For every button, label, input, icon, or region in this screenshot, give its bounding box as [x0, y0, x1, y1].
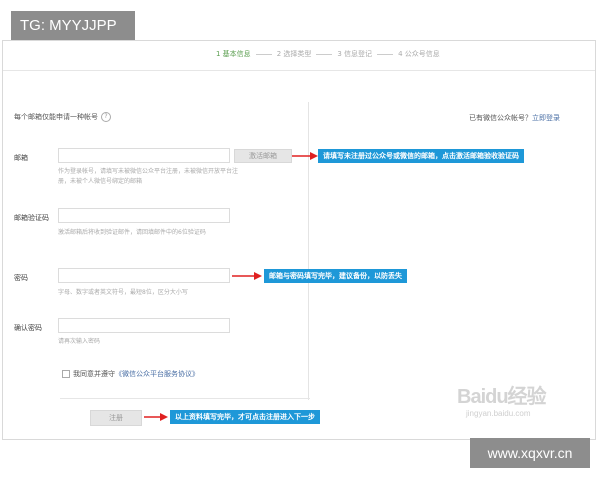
email-code-label: 邮箱验证码	[14, 214, 49, 222]
step-basic-info: 1 基本信息	[216, 50, 251, 58]
step-separator	[377, 53, 394, 55]
email-callout: 请填写未注册过公众号或微信的邮箱，点击激活邮箱验收验证码	[318, 149, 524, 163]
password-input[interactable]	[58, 268, 230, 283]
header-divider	[3, 70, 595, 71]
baidu-watermark-logo: Baidu经验	[457, 386, 547, 408]
email-hint: 作为登录帐号，请填写未被微信公众平台注册，未被微信开放平台注册，未被个人微信号绑…	[58, 168, 239, 185]
column-divider	[308, 102, 309, 400]
form-note-text: 每个邮箱仅能申请一种帐号	[14, 113, 98, 121]
arrow-icon	[292, 152, 318, 160]
tg-label-badge: TG: MYYJJPP	[11, 11, 135, 40]
form-note: 每个邮箱仅能申请一种帐号 ?	[14, 112, 111, 122]
site-url-badge: www.xqxvr.cn	[470, 438, 590, 468]
step-info-registration: 3 信息登记	[337, 50, 373, 58]
confirm-password-input[interactable]	[58, 318, 230, 333]
password-callout: 邮箱与密码填写完毕，建议备份，以防丢失	[264, 269, 407, 283]
email-code-input[interactable]	[58, 208, 230, 223]
password-hint: 字母、数字或者英文符号，最短8位，区分大小写	[58, 289, 188, 296]
register-button[interactable]: 注册	[90, 410, 142, 426]
arrow-icon	[232, 272, 262, 280]
step-account-info: 4 公众号信息	[398, 50, 440, 58]
step-separator	[255, 53, 272, 55]
agreement-row: 我同意并遵守 《微信公众平台服务协议》	[62, 369, 199, 379]
agree-checkbox[interactable]	[62, 370, 70, 378]
confirm-password-label: 确认密码	[14, 324, 42, 332]
email-input[interactable]	[58, 148, 230, 163]
agree-text: 我同意并遵守	[73, 370, 115, 378]
baidu-watermark-url: jingyan.baidu.com	[466, 409, 531, 418]
login-link[interactable]: 立即登录	[532, 114, 560, 122]
arrow-icon	[144, 413, 168, 421]
agreement-link[interactable]: 《微信公众平台服务协议》	[115, 369, 199, 379]
email-label: 邮箱	[14, 154, 28, 162]
step-choose-type: 2 选择类型	[276, 50, 312, 58]
login-hint: 已有微信公众帐号？立即登录	[469, 113, 560, 123]
step-separator	[316, 53, 333, 55]
help-icon[interactable]: ?	[101, 112, 111, 122]
footer-divider	[60, 398, 310, 399]
register-callout: 以上资料填写完毕，才可点击注册进入下一步	[170, 410, 320, 424]
login-hint-text: 已有微信公众帐号？	[469, 114, 532, 122]
email-code-hint: 激活邮箱后将收到验证邮件，请回填邮件中的6位验证码	[58, 229, 206, 236]
password-label: 密码	[14, 274, 28, 282]
progress-steps: 1 基本信息 2 选择类型 3 信息登记 4 公众号信息	[216, 48, 440, 60]
activate-email-button[interactable]: 激活邮箱	[234, 149, 292, 163]
confirm-password-hint: 请再次输入密码	[58, 338, 101, 345]
